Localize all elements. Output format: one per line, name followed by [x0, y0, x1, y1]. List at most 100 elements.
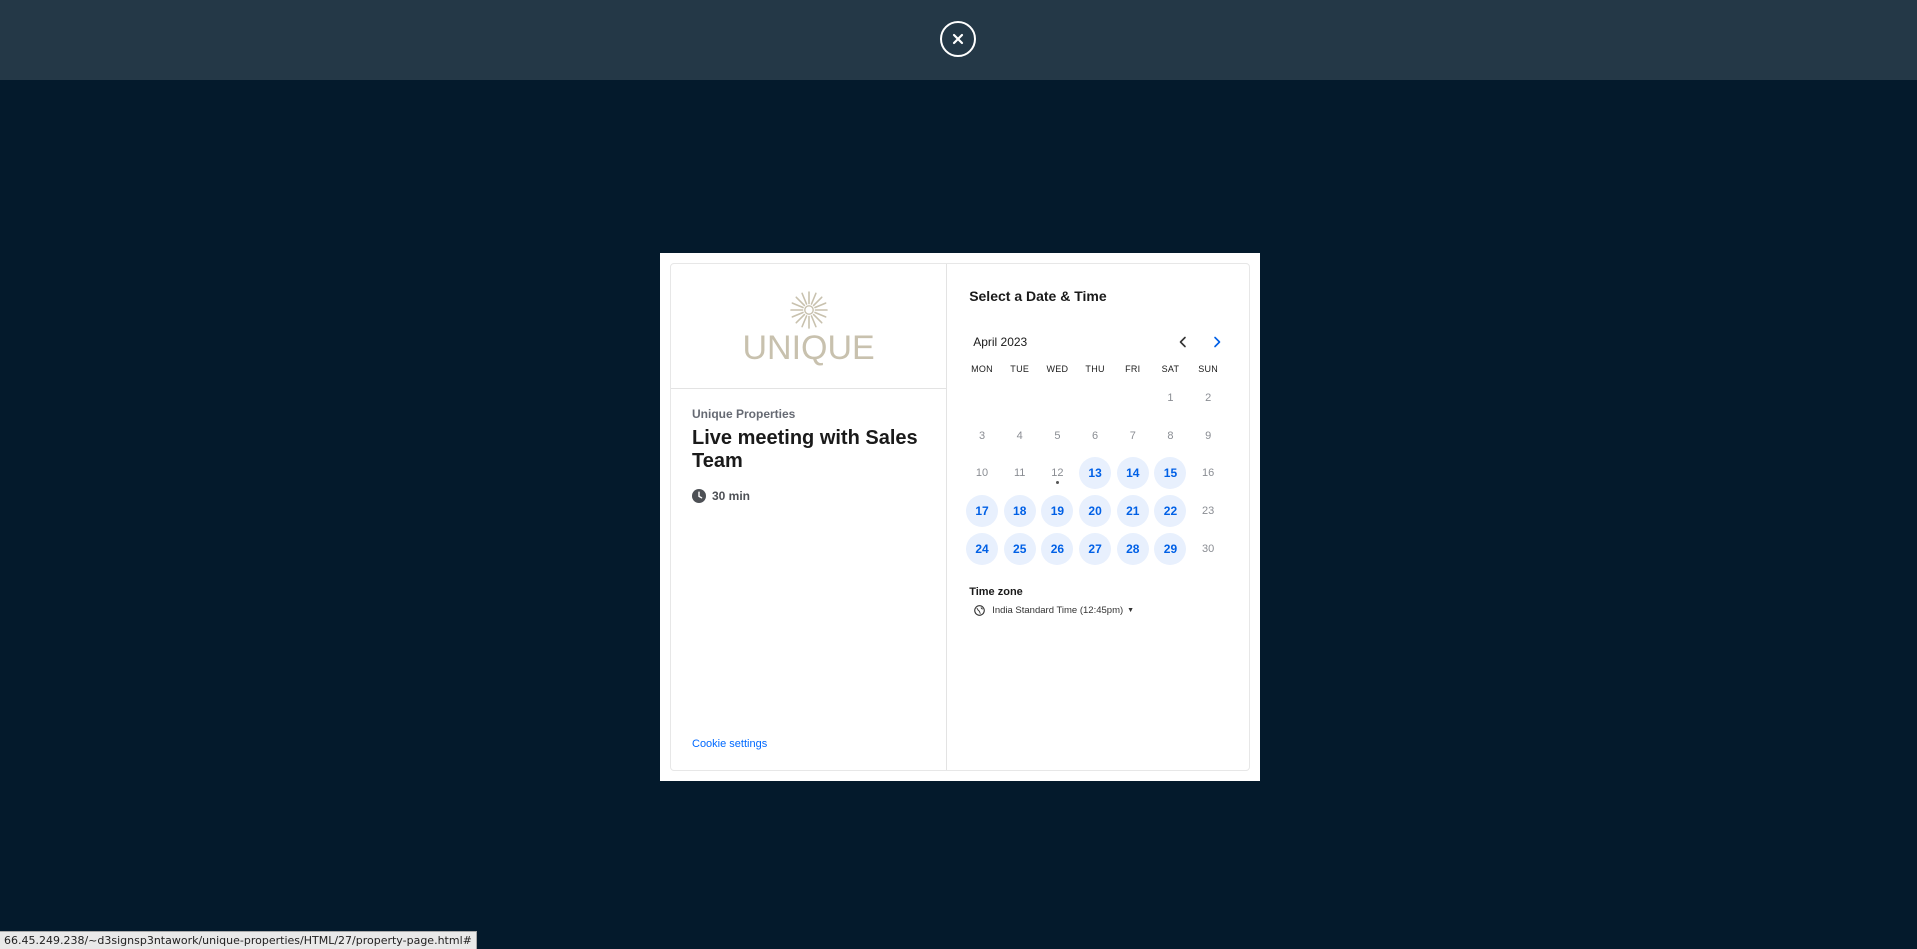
- calendar-day-label: 16: [1202, 467, 1215, 480]
- duration-label: 30 min: [712, 489, 751, 503]
- calendar-day-label: 27: [1079, 532, 1112, 565]
- calendar-day-17[interactable]: 17: [963, 492, 1001, 530]
- chevron-left-icon: [1179, 336, 1186, 348]
- calendar-day-label: 3: [978, 429, 986, 442]
- scheduling-card: UNIQUE Unique Properties Live meeting wi…: [670, 263, 1250, 771]
- calendar-day-label: 5: [1054, 429, 1061, 442]
- calendar-day-label: 29: [1154, 532, 1187, 565]
- calendar-day-label: 1: [1167, 391, 1174, 404]
- overlay-top-bar: [0, 0, 1917, 80]
- calendar-day-24[interactable]: 24: [963, 530, 1001, 568]
- calendar-day-25[interactable]: 25: [1001, 530, 1039, 568]
- month-navigation: April 2023: [969, 332, 1227, 352]
- calendar-grid: 1 2 3 4 5 6 7 8 9 10 11 12 13 14 15 16 17 18 19 20 21 22 23 24 2…: [963, 379, 1227, 567]
- calendar-day-label: 13: [1079, 457, 1112, 490]
- logo-wordmark: UNIQUE: [742, 329, 875, 367]
- month-label: April 2023: [973, 335, 1028, 349]
- previous-month-button[interactable]: [1173, 332, 1193, 352]
- organizer-name: Unique Properties: [692, 407, 796, 421]
- calendar-day-22[interactable]: 22: [1152, 492, 1190, 530]
- calendar-day-label: 21: [1116, 494, 1149, 527]
- calendar-day-14[interactable]: 14: [1114, 454, 1152, 492]
- calendar-day-2: 2: [1189, 379, 1227, 417]
- weekday-thu: THU: [1085, 364, 1105, 374]
- calendar-day-label: 7: [1129, 429, 1136, 442]
- calendar-day-3: 3: [963, 417, 1001, 455]
- sunburst-logo-icon: [789, 291, 828, 329]
- next-month-button[interactable]: [1207, 332, 1227, 352]
- calendar-day-label: 26: [1041, 532, 1074, 565]
- calendar-day-23: 23: [1189, 492, 1227, 530]
- calendar-day-label: 8: [1167, 429, 1174, 442]
- caret-down-icon: ▼: [1127, 607, 1135, 615]
- calendar-day-label: 19: [1041, 494, 1074, 527]
- calendar-day-label: 10: [975, 467, 989, 480]
- date-time-picker: Select a Date & Time April 2023 MON TUE …: [947, 264, 1249, 770]
- close-overlay-button[interactable]: [940, 21, 976, 57]
- cookie-settings-link[interactable]: Cookie settings: [692, 738, 767, 750]
- calendar-day-label: 28: [1116, 532, 1149, 565]
- calendar-day-15[interactable]: 15: [1152, 454, 1190, 492]
- brand-logo: UNIQUE: [671, 264, 947, 389]
- calendar-day-label: 17: [966, 494, 999, 527]
- chevron-right-icon: [1214, 336, 1221, 348]
- calendar-day-11: 11: [1001, 454, 1039, 492]
- weekday-fri: FRI: [1125, 364, 1141, 374]
- close-icon: [952, 33, 964, 45]
- calendar-day-label: 20: [1079, 494, 1112, 527]
- calendar-day-label: 4: [1016, 429, 1023, 442]
- calendar-empty-cell: [1076, 379, 1114, 417]
- calendar-day-label: 6: [1092, 429, 1099, 442]
- calendar-day-19[interactable]: 19: [1039, 492, 1077, 530]
- calendar-day-10: 10: [963, 454, 1001, 492]
- calendar-empty-cell: [1114, 379, 1152, 417]
- calendar-day-label: 18: [1003, 494, 1036, 527]
- picker-heading: Select a Date & Time: [969, 288, 1107, 304]
- weekday-wed: WED: [1046, 364, 1069, 374]
- calendar-day-16: 16: [1189, 454, 1227, 492]
- weekday-sun: SUN: [1198, 364, 1219, 374]
- weekday-header: MON TUE WED THU FRI SAT SUN: [963, 364, 1227, 374]
- event-info: Unique Properties Live meeting with Sale…: [671, 389, 946, 503]
- calendar-day-1: 1: [1152, 379, 1190, 417]
- calendar-day-21[interactable]: 21: [1114, 492, 1152, 530]
- clock-icon: [692, 489, 706, 503]
- timezone-value: India Standard Time (12:45pm): [992, 605, 1124, 617]
- calendar-day-label: 30: [1202, 542, 1215, 555]
- calendar-day-6: 6: [1076, 417, 1114, 455]
- calendar-day-12: 12: [1039, 454, 1077, 492]
- calendar-empty-cell: [1001, 379, 1039, 417]
- status-bar-url: 66.45.249.238/~d3signsp3ntawork/unique-p…: [0, 931, 477, 949]
- calendar-day-8: 8: [1152, 417, 1190, 455]
- calendar-day-label: 11: [1014, 467, 1026, 480]
- today-indicator-dot: [1055, 481, 1059, 485]
- globe-icon: [974, 605, 986, 617]
- calendar-day-20[interactable]: 20: [1076, 492, 1114, 530]
- calendar-day-29[interactable]: 29: [1152, 530, 1190, 568]
- calendar-day-26[interactable]: 26: [1039, 530, 1077, 568]
- timezone-select[interactable]: India Standard Time (12:45pm) ▼: [974, 605, 1227, 616]
- calendar-day-27[interactable]: 27: [1076, 530, 1114, 568]
- calendar-day-label: 14: [1116, 457, 1149, 490]
- calendar-empty-cell: [963, 379, 1001, 417]
- event-duration: 30 min: [692, 489, 925, 503]
- calendar-day-label: 23: [1202, 504, 1215, 517]
- weekday-tue: TUE: [1010, 364, 1030, 374]
- calendar-day-4: 4: [1001, 417, 1039, 455]
- calendar-day-5: 5: [1039, 417, 1077, 455]
- calendar-day-label: 12: [1051, 467, 1064, 480]
- calendar-day-28[interactable]: 28: [1114, 530, 1152, 568]
- weekday-sat: SAT: [1161, 364, 1180, 374]
- calendar-day-30: 30: [1189, 530, 1227, 568]
- timezone-label: Time zone: [969, 586, 1023, 599]
- calendar-day-18[interactable]: 18: [1001, 492, 1039, 530]
- calendar-day-label: 25: [1003, 532, 1036, 565]
- calendar-day-label: 15: [1154, 457, 1187, 490]
- scheduling-modal: UNIQUE Unique Properties Live meeting wi…: [660, 253, 1260, 781]
- calendar-day-label: 24: [966, 532, 999, 565]
- calendar-empty-cell: [1039, 379, 1077, 417]
- calendar-day-13[interactable]: 13: [1076, 454, 1114, 492]
- calendar-day-9: 9: [1189, 417, 1227, 455]
- event-details-panel: UNIQUE Unique Properties Live meeting wi…: [671, 264, 948, 770]
- calendar-day-7: 7: [1114, 417, 1152, 455]
